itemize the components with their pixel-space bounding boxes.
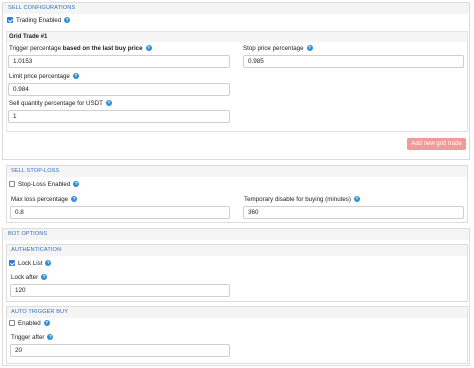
trigger-percentage-input[interactable]: 1.0153 xyxy=(8,55,230,68)
bot-options-title: BOT OPTIONS xyxy=(8,231,48,237)
add-grid-trade-button[interactable]: Add new grid trade xyxy=(407,138,466,150)
authentication-title: AUTHENTICATION xyxy=(11,247,62,253)
stop-price-label-text: Stop price percentage xyxy=(243,45,304,52)
help-icon[interactable]: ? xyxy=(43,319,50,326)
sell-configurations-title: SELL CONFIGURATIONS xyxy=(8,5,76,11)
bot-options-header: BOT OPTIONS xyxy=(3,229,469,240)
sell-quantity-input[interactable]: 1 xyxy=(8,110,230,123)
auto-trigger-enabled-checkbox[interactable] xyxy=(9,320,15,326)
stop-price-label: Stop price percentage? xyxy=(243,45,313,52)
trading-enabled-row: Trading Enabled? xyxy=(16,16,71,24)
sell-stop-loss-header: SELL STOP-LOSS xyxy=(7,166,467,177)
limit-price-label-text: Limit price percentage xyxy=(9,73,70,80)
lock-list-row: Lock List? xyxy=(18,259,52,267)
max-loss-label-text: Max loss percentage xyxy=(11,196,69,203)
lock-list-checkbox[interactable] xyxy=(9,260,15,266)
help-icon[interactable]: ? xyxy=(71,196,78,203)
help-icon[interactable]: ? xyxy=(145,45,152,52)
help-icon[interactable]: ? xyxy=(306,45,313,52)
trading-enabled-label: Trading Enabled xyxy=(16,16,62,24)
help-icon[interactable]: ? xyxy=(47,334,54,341)
grid-trade-header-bg xyxy=(7,32,467,42)
trigger-after-input[interactable]: 20 xyxy=(10,344,230,357)
sell-quantity-label: Sell quantity percentage for USDT? xyxy=(9,100,112,107)
max-loss-input[interactable]: 0.8 xyxy=(10,206,230,219)
auto-trigger-buy-title: AUTO TRIGGER BUY xyxy=(11,309,69,315)
authentication-header: AUTHENTICATION xyxy=(7,245,467,256)
help-icon[interactable]: ? xyxy=(105,100,112,107)
help-icon[interactable]: ? xyxy=(353,196,360,203)
help-icon[interactable]: ? xyxy=(64,16,71,23)
trigger-after-label: Trigger after? xyxy=(11,334,54,341)
sell-stop-loss-title: SELL STOP-LOSS xyxy=(11,168,60,174)
auto-trigger-enabled-row: Enabled? xyxy=(18,320,50,327)
limit-price-label: Limit price percentage? xyxy=(9,73,79,80)
auto-trigger-enabled-label: Enabled xyxy=(18,319,41,327)
help-icon[interactable]: ? xyxy=(72,73,79,80)
stop-loss-enabled-checkbox[interactable] xyxy=(9,181,15,187)
lock-after-label: Lock after? xyxy=(11,274,48,281)
help-icon[interactable]: ? xyxy=(41,274,48,281)
limit-price-input[interactable]: 0.984 xyxy=(8,83,230,96)
auto-trigger-buy-header: AUTO TRIGGER BUY xyxy=(7,307,467,318)
trigger-label-text: Trigger percentage xyxy=(9,45,62,52)
temp-disable-label: Temporary disable for buying (minutes)? xyxy=(244,196,360,203)
max-loss-label: Max loss percentage? xyxy=(11,196,78,203)
grid-trade-title: Grid Trade #1 xyxy=(9,33,48,40)
help-icon[interactable]: ? xyxy=(45,259,52,266)
lock-list-label: Lock List xyxy=(18,259,43,267)
lock-after-input[interactable]: 120 xyxy=(10,284,230,297)
sell-quantity-label-text: Sell quantity percentage for USDT xyxy=(9,100,103,107)
stop-price-input[interactable]: 0.985 xyxy=(243,55,464,68)
trigger-percentage-label: Trigger percentage based on the last buy… xyxy=(9,45,152,52)
sell-configurations-header: SELL CONFIGURATIONS xyxy=(3,3,469,14)
stop-loss-enabled-row: Stop-Loss Enabled? xyxy=(18,180,80,188)
trading-enabled-checkbox[interactable] xyxy=(7,17,13,23)
temp-disable-input[interactable]: 360 xyxy=(243,206,464,219)
help-icon[interactable]: ? xyxy=(73,180,80,187)
stop-loss-enabled-label: Stop-Loss Enabled xyxy=(18,180,71,188)
trigger-after-label-text: Trigger after xyxy=(11,334,45,341)
trigger-label-bold: based on the last buy price xyxy=(62,45,143,52)
temp-disable-label-text: Temporary disable for buying (minutes) xyxy=(244,196,351,203)
lock-after-label-text: Lock after xyxy=(11,274,39,281)
